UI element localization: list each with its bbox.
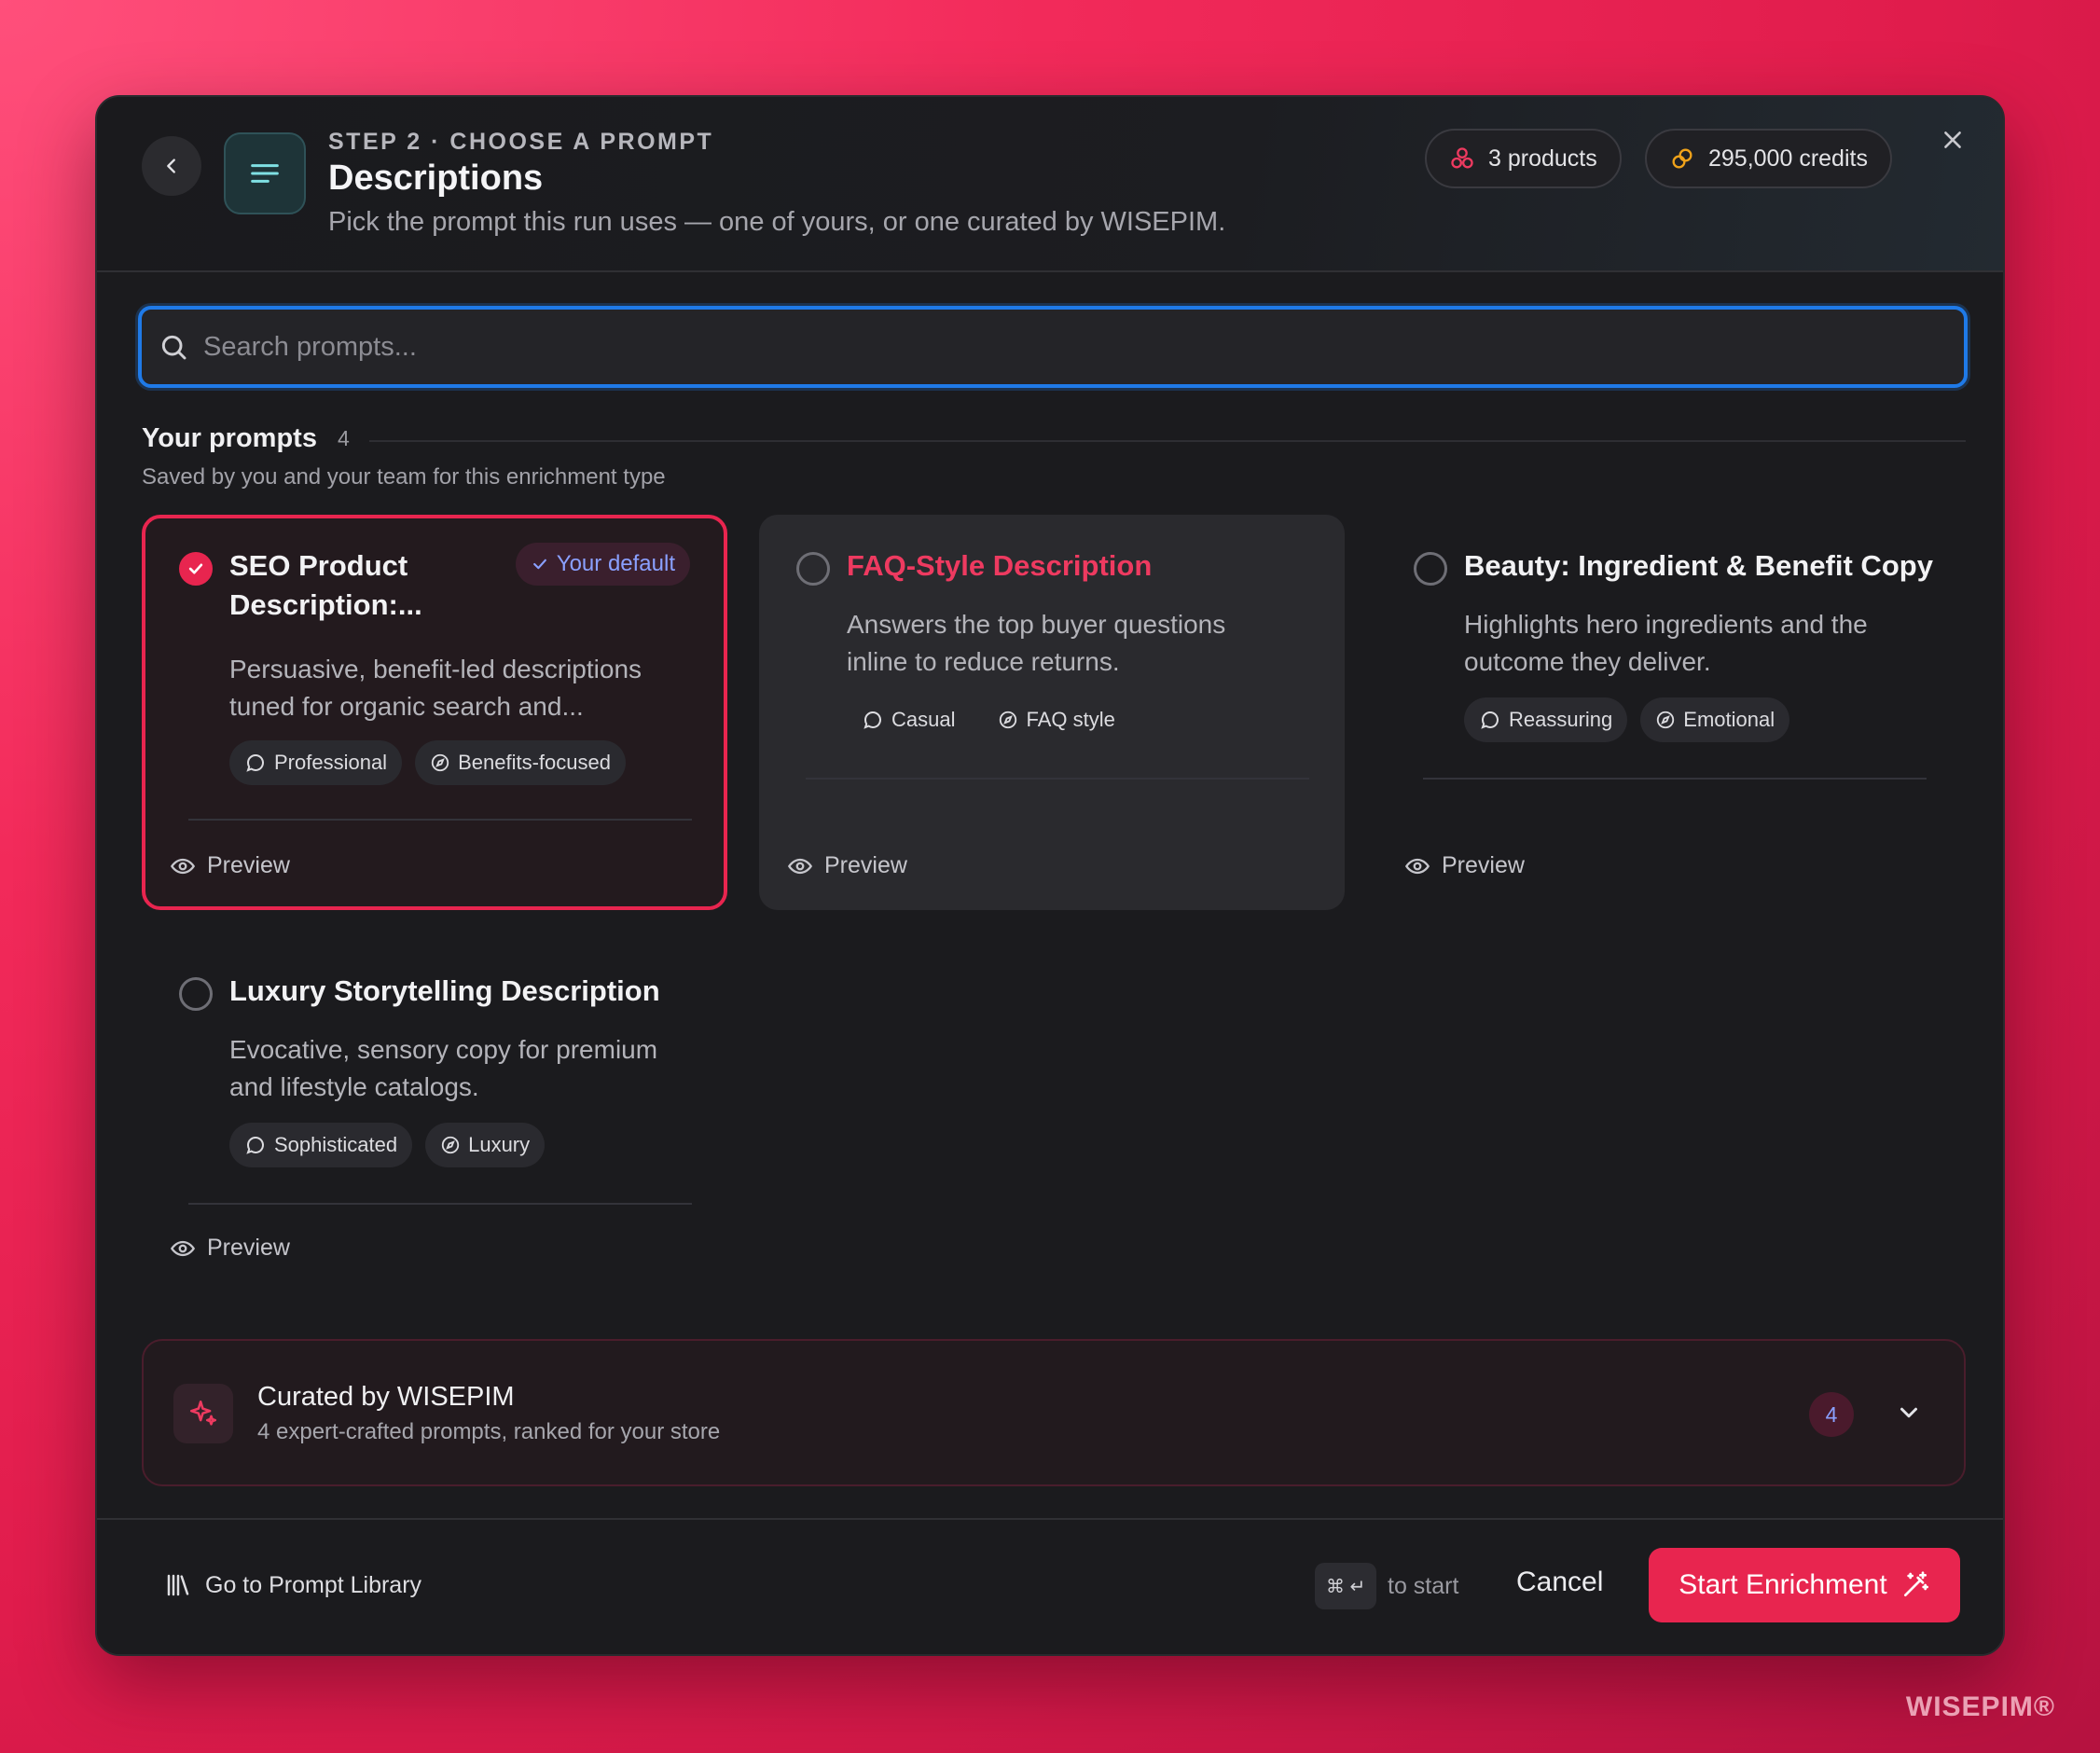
check-icon [188, 563, 203, 574]
tag-tone: Sophisticated [229, 1123, 413, 1167]
tag-tone: Professional [229, 740, 403, 785]
radio-unselected[interactable] [179, 977, 213, 1011]
default-badge: Your default [515, 543, 690, 586]
preview-link[interactable]: Preview [170, 852, 290, 879]
tag-tone: Casual [847, 697, 970, 742]
tag-style: Benefits-focused [415, 740, 626, 785]
credits-pill[interactable]: 295,000 credits [1645, 129, 1892, 188]
products-pill[interactable]: 3 products [1425, 129, 1622, 188]
card-tags: Sophisticated Luxury [229, 1123, 546, 1167]
section-subtitle: Saved by you and your team for this enri… [142, 464, 666, 490]
card-title: Beauty: Ingredient & Benefit Copy [1464, 549, 1933, 582]
card-divider [188, 819, 692, 821]
card-divider [1423, 778, 1927, 780]
modal-header: STEP 2 · CHOOSE A PROMPT Descriptions Pi… [97, 97, 2003, 272]
cancel-button[interactable]: Cancel [1516, 1567, 1603, 1598]
card-divider [806, 778, 1309, 780]
products-label: 3 products [1488, 145, 1597, 172]
start-enrichment-button[interactable]: Start Enrichment [1649, 1548, 1960, 1622]
prompt-card-faq[interactable]: FAQ-Style Description Answers the top bu… [759, 515, 1345, 910]
preview-link[interactable]: Preview [1404, 852, 1525, 879]
brand-watermark: WISEPIM® [1905, 1691, 2055, 1722]
curated-section[interactable]: Curated by WISEPIM 4 expert-crafted prom… [142, 1339, 1966, 1486]
compass-icon [1000, 711, 1017, 729]
menu-lines-icon [251, 164, 279, 183]
shortcut-hint: to start [1388, 1573, 1459, 1599]
eye-icon [170, 858, 196, 874]
chat-bubble-icon [246, 754, 264, 772]
preview-link[interactable]: Preview [787, 852, 907, 879]
card-title: Luxury Storytelling Description [229, 974, 660, 1007]
chevron-down-icon [1900, 1407, 1917, 1418]
credits-icon [1672, 148, 1692, 169]
modal-footer: Go to Prompt Library ⌘ ↵ to start Cancel… [97, 1518, 2003, 1654]
curated-subtitle: 4 expert-crafted prompts, ranked for you… [257, 1419, 721, 1444]
compass-icon [1657, 711, 1675, 729]
curated-title: Curated by WISEPIM [257, 1382, 515, 1412]
compass-icon [441, 1136, 460, 1154]
card-divider [188, 1203, 692, 1205]
close-icon [1944, 131, 1961, 148]
step-icon [224, 132, 306, 214]
page-title: Descriptions [328, 159, 544, 198]
tag-style: FAQ style [983, 697, 1129, 742]
chat-bubble-icon [863, 711, 881, 729]
products-icon [1451, 147, 1473, 169]
radio-unselected[interactable] [796, 552, 830, 586]
page-subtitle: Pick the prompt this run uses — one of y… [328, 207, 1226, 237]
prompt-library-link[interactable]: Go to Prompt Library [164, 1571, 421, 1599]
section-count: 4 [337, 426, 350, 450]
library-icon [167, 1574, 189, 1596]
card-description: Persuasive, benefit-led descriptions tun… [229, 655, 642, 721]
compass-icon [431, 753, 449, 772]
back-button[interactable] [142, 136, 201, 196]
card-tags: Reassuring Emotional [1464, 697, 1790, 742]
section-divider [369, 440, 1966, 442]
check-icon [532, 559, 546, 570]
card-description: Highlights hero ingredients and the outc… [1464, 610, 1868, 676]
tag-style: Emotional [1640, 697, 1790, 742]
section-title: Your prompts [142, 423, 317, 453]
radio-unselected[interactable] [1414, 552, 1447, 586]
credits-label: 295,000 credits [1708, 145, 1868, 172]
search-icon [161, 335, 187, 360]
sparkle-icon [189, 1400, 217, 1426]
chevron-left-icon [167, 159, 175, 173]
chat-bubble-icon [1481, 711, 1499, 729]
card-tags: Professional Benefits-focused [229, 740, 626, 785]
start-label: Start Enrichment [1679, 1569, 1887, 1600]
magic-wand-icon [1903, 1571, 1928, 1596]
curated-count-badge: 4 [1809, 1392, 1854, 1437]
card-tags: Casual FAQ style [847, 697, 1130, 742]
eye-icon [1404, 858, 1430, 874]
step-label: STEP 2 · CHOOSE A PROMPT [328, 129, 714, 155]
card-title: SEO Product Description:... [229, 549, 422, 621]
card-description: Evocative, sensory copy for premium and … [229, 1035, 658, 1101]
close-button[interactable] [1934, 121, 1971, 159]
prompt-card-seo[interactable]: SEO Product Description:... Your default… [142, 515, 727, 910]
prompt-card-luxury[interactable]: Luxury Storytelling Description Evocativ… [142, 940, 727, 1304]
eye-icon [787, 858, 813, 874]
prompt-card-beauty[interactable]: Beauty: Ingredient & Benefit Copy Highli… [1376, 515, 1962, 910]
card-title: FAQ-Style Description [847, 549, 1153, 582]
choose-prompt-modal: STEP 2 · CHOOSE A PROMPT Descriptions Pi… [95, 95, 2005, 1656]
expand-toggle[interactable] [1895, 1399, 1923, 1431]
preview-link[interactable]: Preview [170, 1235, 290, 1262]
tag-tone: Reassuring [1464, 697, 1628, 742]
eye-icon [170, 1240, 196, 1256]
search-bar[interactable] [138, 306, 1968, 388]
search-input[interactable] [203, 331, 1882, 363]
chat-bubble-icon [246, 1137, 264, 1154]
card-description: Answers the top buyer questions inline t… [847, 610, 1226, 676]
your-prompts-header: Your prompts 4 [142, 423, 350, 454]
radio-selected[interactable] [179, 552, 213, 586]
curated-icon [173, 1384, 233, 1443]
keyboard-shortcut: ⌘ ↵ [1315, 1563, 1377, 1609]
tag-style: Luxury [425, 1123, 546, 1167]
